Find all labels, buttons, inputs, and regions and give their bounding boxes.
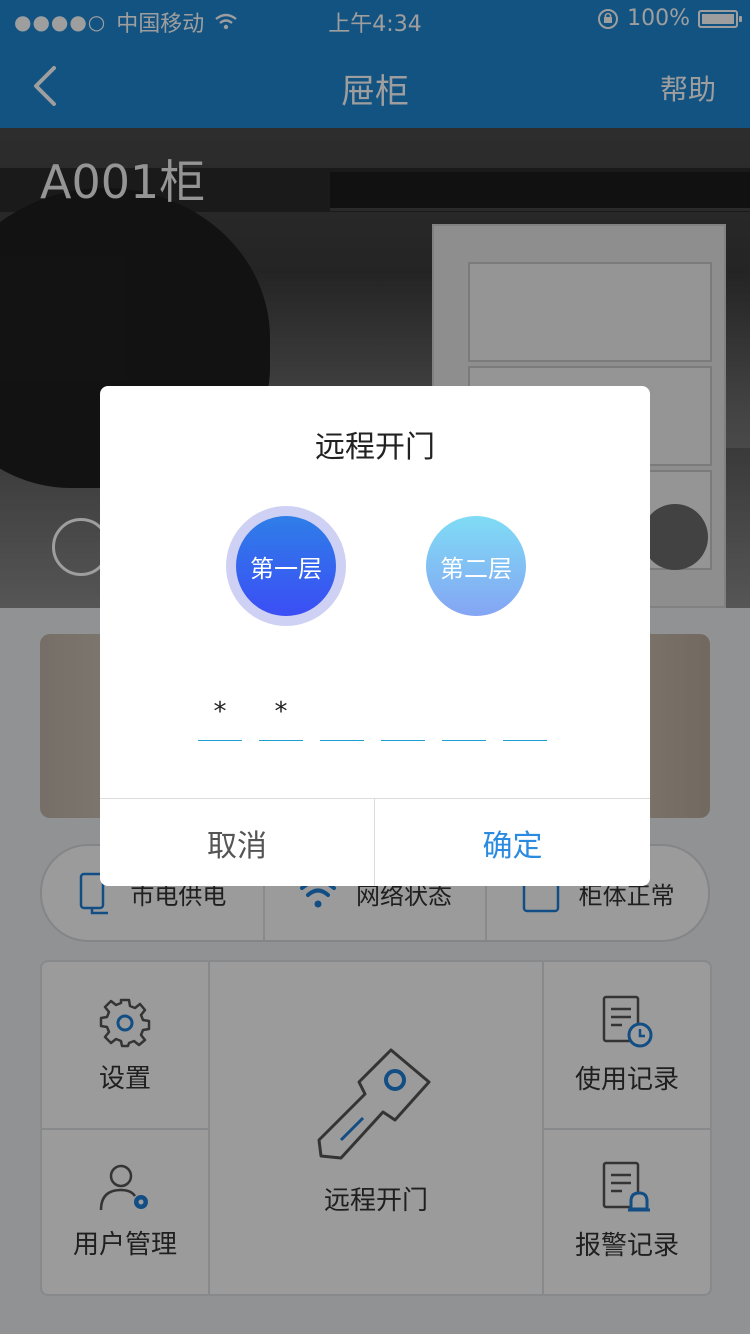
pin-digit[interactable]	[503, 694, 547, 741]
layer-one-button[interactable]: 第一层	[226, 506, 346, 626]
pin-digit[interactable]: *	[198, 694, 242, 741]
pin-digit[interactable]: *	[259, 694, 303, 741]
dialog-title: 远程开门	[315, 430, 435, 465]
remote-open-dialog: 远程开门 第一层 第二层 * * 取消 确定	[100, 386, 650, 886]
cancel-button[interactable]: 取消	[100, 799, 375, 886]
confirm-button[interactable]: 确定	[375, 799, 650, 886]
pin-digit[interactable]	[320, 694, 364, 741]
layer-two-button[interactable]: 第二层	[426, 516, 526, 616]
pin-input[interactable]: * *	[198, 694, 547, 741]
layer-one-label: 第一层	[236, 516, 336, 616]
pin-digit[interactable]	[442, 694, 486, 741]
pin-digit[interactable]	[381, 694, 425, 741]
